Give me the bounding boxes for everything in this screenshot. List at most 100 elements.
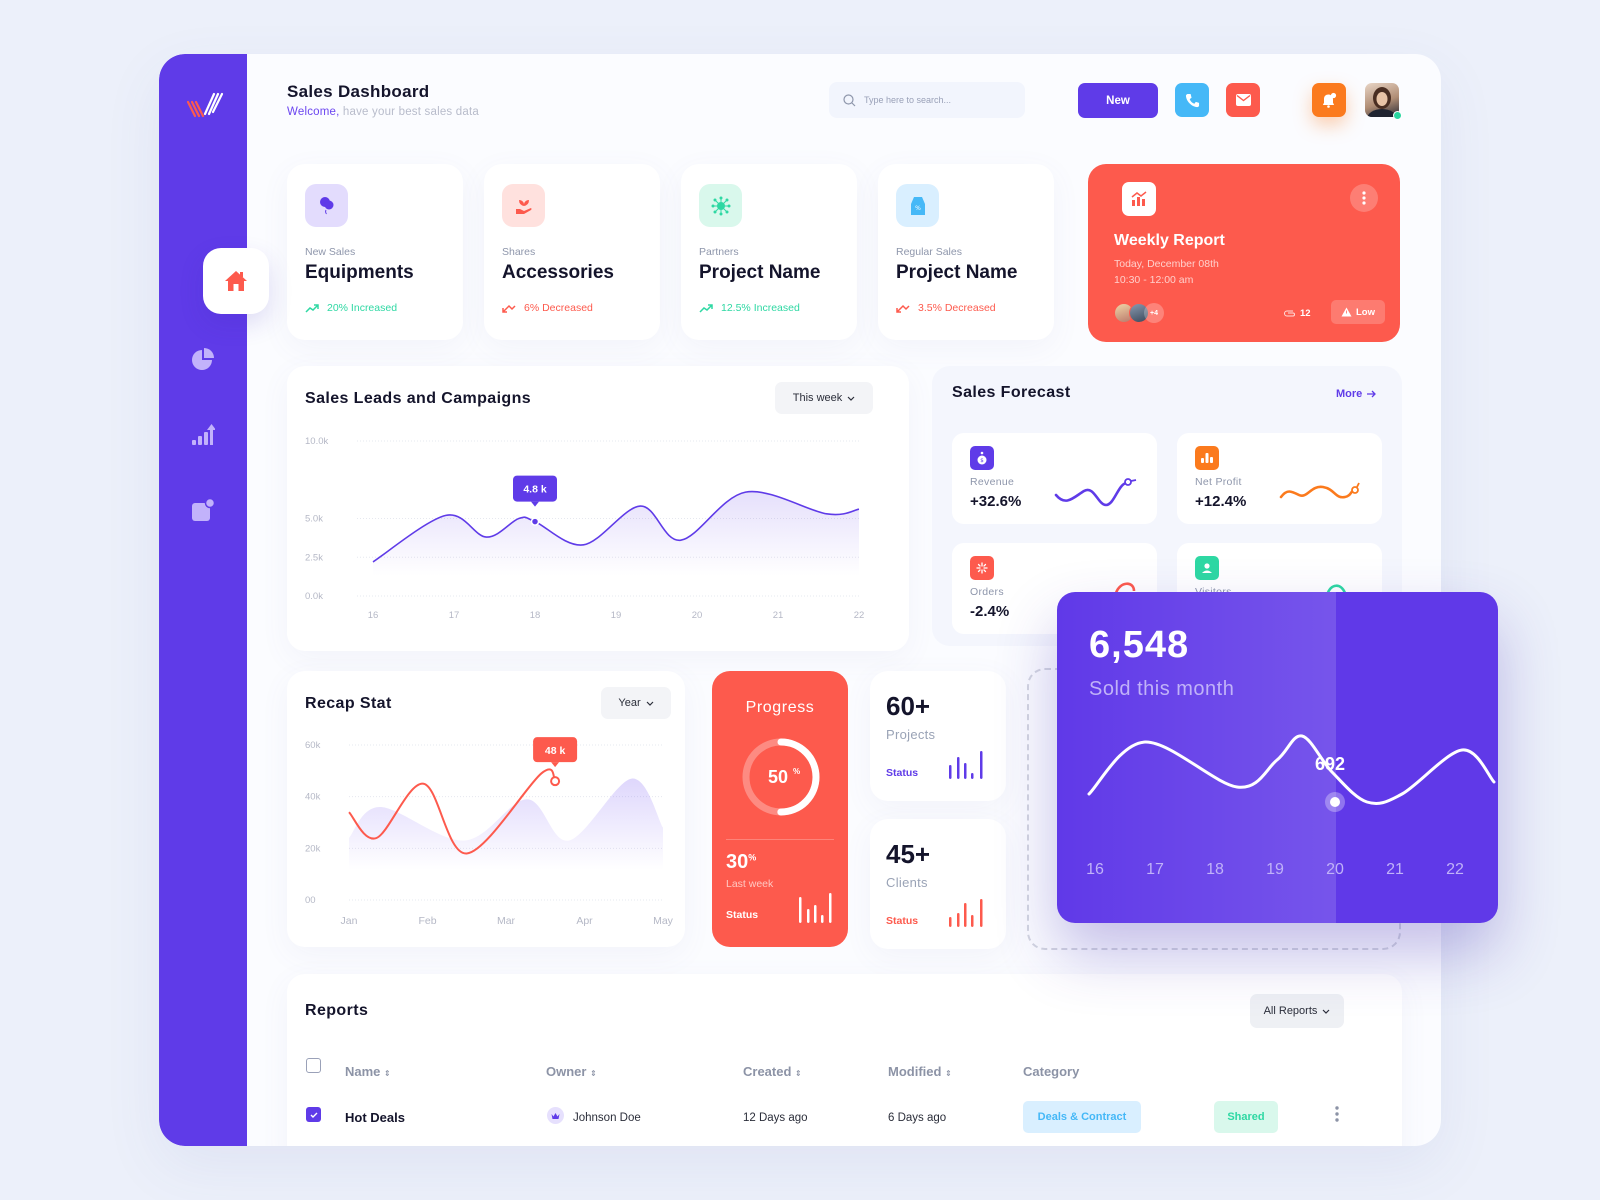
mail-icon xyxy=(1235,94,1251,106)
new-button[interactable]: New xyxy=(1078,83,1158,118)
divider xyxy=(726,839,834,840)
price-tag-icon: % xyxy=(896,184,939,227)
stat-trend: 12.5% Increased xyxy=(699,302,800,314)
projects-label: Projects xyxy=(886,727,936,742)
online-status-dot xyxy=(1393,111,1402,120)
balloons-icon xyxy=(305,184,348,227)
status-label: Status xyxy=(726,909,759,921)
x-tick-label: 21 xyxy=(773,610,784,621)
check-icon xyxy=(310,1112,317,1118)
forecast-card-net-profit[interactable]: Net Profit +12.4% xyxy=(1177,433,1382,524)
sidebar-item-analytics[interactable] xyxy=(189,345,217,373)
attachments-count: 12 xyxy=(1284,308,1311,319)
svg-text:%: % xyxy=(915,205,921,212)
x-tick-label: 18 xyxy=(530,610,541,621)
mail-button[interactable] xyxy=(1226,83,1260,117)
projects-count: 60+ xyxy=(886,691,931,721)
search-input[interactable] xyxy=(864,95,1014,105)
call-button[interactable] xyxy=(1175,83,1209,117)
stat-card-new-sales[interactable]: New Sales Equipments 20% Increased xyxy=(287,164,463,340)
sparkle-icon xyxy=(970,556,994,580)
trend-up-icon xyxy=(699,303,713,313)
recap-filter[interactable]: Year xyxy=(601,687,671,719)
search-box[interactable] xyxy=(829,82,1025,118)
projects-card[interactable]: 60+ Projects Status xyxy=(870,671,1006,801)
category-chip: Deals & Contract xyxy=(1023,1101,1141,1133)
y-tick-label: 10.0k xyxy=(305,436,328,447)
sales-leads-filter[interactable]: This week xyxy=(775,382,873,414)
x-tick-label: 22 xyxy=(854,610,865,621)
row-checkbox[interactable] xyxy=(306,1107,321,1122)
y-tick-label: 20k xyxy=(305,843,321,854)
reports-filter[interactable]: All Reports xyxy=(1250,994,1344,1028)
row-created: 12 Days ago xyxy=(743,1112,808,1124)
stat-card-partners[interactable]: Partners Project Name 12.5% Increased xyxy=(681,164,857,340)
x-tick-label: Jan xyxy=(341,915,358,927)
tooltip-arrow xyxy=(551,762,560,768)
column-header-created[interactable]: Created ⇕ xyxy=(743,1064,802,1079)
sold-chart: 16 17 18 19 20 21 22 xyxy=(1086,734,1496,878)
notifications-button[interactable] xyxy=(1312,83,1346,117)
projects-bars-icon xyxy=(949,751,983,779)
stat-card-regular-sales[interactable]: % Regular Sales Project Name 3.5% Decrea… xyxy=(878,164,1054,340)
forecast-label: Net Profit xyxy=(1195,476,1242,488)
select-all-checkbox[interactable] xyxy=(306,1058,321,1073)
subtitle-text: have your best sales data xyxy=(339,106,479,118)
revenue-sparkline xyxy=(1054,478,1137,507)
member-avatars[interactable]: +4 xyxy=(1114,303,1164,323)
x-tick-label: 20 xyxy=(1326,861,1344,878)
row-more-button[interactable] xyxy=(1335,1106,1339,1127)
sold-this-month-card[interactable]: 6,548 Sold this month 16 17 18 19 20 21 22 692 xyxy=(1057,592,1498,923)
search-icon xyxy=(843,93,856,106)
column-header-modified[interactable]: Modified ⇕ xyxy=(888,1064,952,1079)
clients-status: Status xyxy=(886,915,919,927)
notification-square-icon xyxy=(192,498,215,521)
stat-label: Partners xyxy=(699,246,739,258)
weekly-report-card[interactable]: Weekly Report Today, December 08th 10:30… xyxy=(1088,164,1400,342)
last-week-value: 30% xyxy=(726,851,757,873)
recap-chart: 00 20k 40k 60k Jan Feb Mar Apr May 48 k xyxy=(305,737,674,927)
stat-trend: 6% Decreased xyxy=(502,302,593,314)
progress-unit: % xyxy=(793,767,800,776)
tooltip-arrow xyxy=(531,501,539,507)
stat-value: Project Name xyxy=(699,262,821,283)
progress-card[interactable]: Progress 50 % 30% Last week Status xyxy=(712,671,848,947)
more-options-button[interactable] xyxy=(1350,184,1378,212)
x-tick-label: 17 xyxy=(1146,861,1164,878)
stat-label: Shares xyxy=(502,246,536,258)
x-tick-label: Feb xyxy=(418,915,436,927)
y-tick-label: 00 xyxy=(305,895,316,906)
y-tick-label: 2.5k xyxy=(305,552,323,563)
forecast-label: Orders xyxy=(970,586,1004,598)
forecast-card-revenue[interactable]: $ Revenue +32.6% xyxy=(952,433,1157,524)
sales-leads-card: Sales Leads and Campaigns This week 0.0k… xyxy=(287,366,909,651)
column-header-name[interactable]: Name ⇕ xyxy=(345,1064,391,1079)
stat-card-shares[interactable]: Shares Accessories 6% Decreased xyxy=(484,164,660,340)
sidebar-item-growth[interactable] xyxy=(189,420,217,448)
more-link[interactable]: More xyxy=(1336,388,1377,400)
page-title: Sales Dashboard xyxy=(287,82,430,101)
last-week-label: Last week xyxy=(726,878,774,890)
more-members-count: +4 xyxy=(1144,303,1164,323)
plant-hand-icon xyxy=(502,184,545,227)
x-tick-label: 18 xyxy=(1206,861,1224,878)
stat-trend: 3.5% Decreased xyxy=(896,302,996,314)
phone-icon xyxy=(1185,93,1199,107)
sort-icon: ⇕ xyxy=(945,1069,952,1078)
user-icon xyxy=(1195,556,1219,580)
x-tick-label: 17 xyxy=(449,610,460,621)
y-tick-label: 0.0k xyxy=(305,591,323,602)
sold-highlight-value: 692 xyxy=(1315,754,1346,774)
stat-label: Regular Sales xyxy=(896,246,962,258)
sidebar-item-notifications[interactable] xyxy=(189,496,217,524)
svg-text:$: $ xyxy=(980,458,984,464)
sidebar-item-home[interactable] xyxy=(203,248,269,314)
column-header-owner[interactable]: Owner ⇕ xyxy=(546,1064,597,1079)
x-tick-label: 21 xyxy=(1386,861,1404,878)
x-tick-label: 16 xyxy=(368,610,379,621)
clients-card[interactable]: 45+ Clients Status xyxy=(870,819,1006,949)
clients-label: Clients xyxy=(886,875,928,890)
x-tick-label: May xyxy=(653,915,674,927)
warning-icon xyxy=(1341,307,1352,317)
clients-count: 45+ xyxy=(886,839,931,869)
